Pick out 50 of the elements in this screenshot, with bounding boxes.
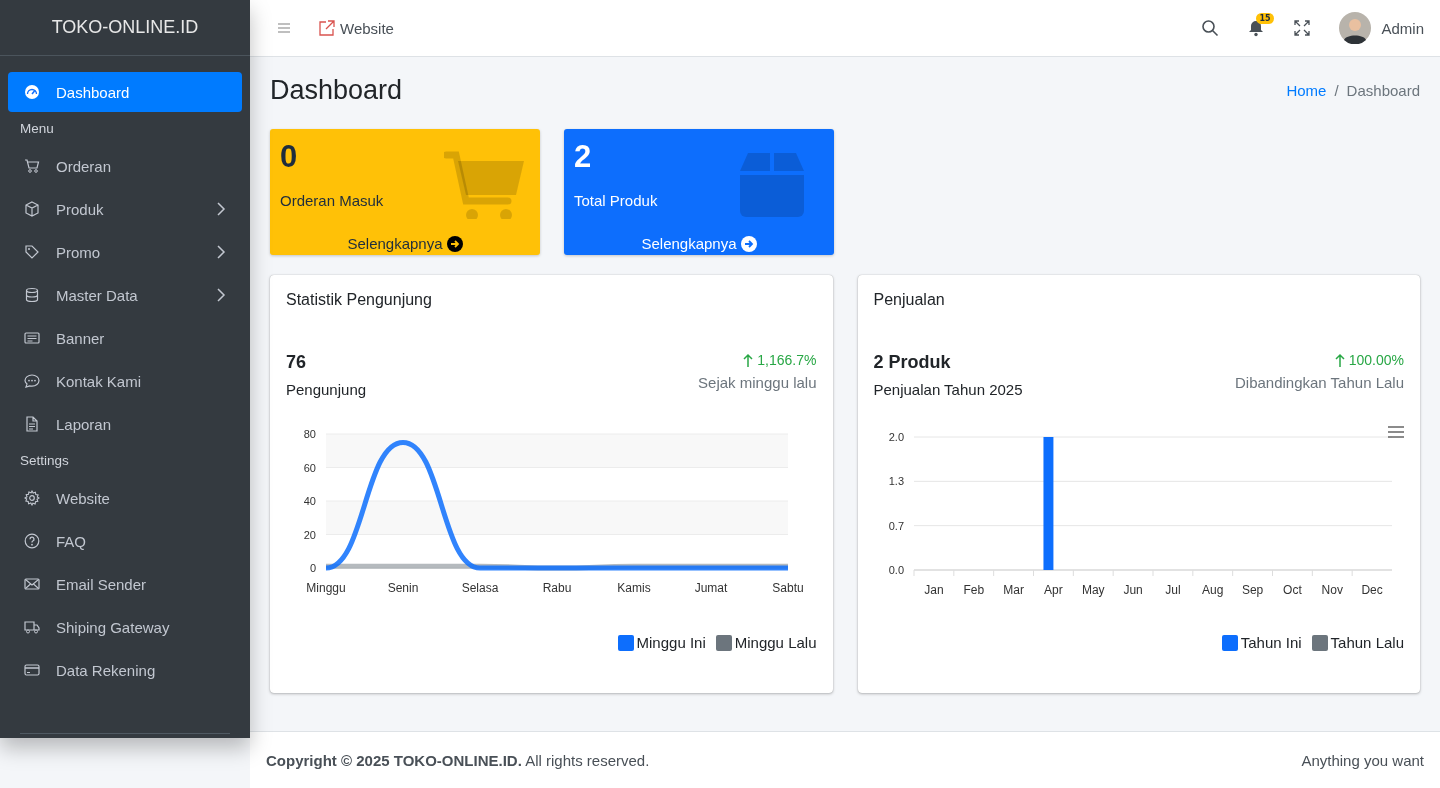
axis-tick-label: 0.7 [888, 519, 904, 532]
notification-count: 15 [1256, 13, 1274, 24]
copyright-text: Copyright © 2025 TOKO-ONLINE.ID. All rights reserved. [266, 751, 650, 769]
stat-value: 0 [280, 139, 299, 175]
axis-category-label: Feb [962, 583, 984, 597]
axis-tick-label: 2.0 [888, 431, 904, 443]
stat-value: 2 Produk [873, 352, 952, 373]
sidebar-section-header: Settings [19, 452, 70, 470]
stat-value: 2 [574, 139, 593, 175]
axis-category-label: Jumat [694, 581, 728, 595]
axis-category-label: Jan [923, 583, 944, 597]
axis-tick-label: 60 [303, 461, 316, 474]
breadcrumb-current: Dashboard [1346, 81, 1420, 99]
card-title: Penjualan [872, 290, 946, 310]
axis-tick-label: 0.0 [888, 564, 904, 576]
stat-label: Total Produk [574, 192, 659, 209]
axis-category-label: Nov [1321, 583, 1343, 597]
axis-tick-label: 1.3 [888, 475, 904, 488]
axis-category-label: Dec [1360, 583, 1383, 597]
axis-category-label: Jul [1164, 583, 1181, 597]
card-title: Statistik Pengunjung [285, 290, 433, 310]
axis-category-label: Senin [387, 581, 419, 595]
breadcrumb-separator: / [1334, 81, 1339, 99]
axis-tick-label: 80 [303, 428, 316, 440]
axis-tick-label: 20 [303, 528, 316, 541]
page-title: Dashboard [270, 74, 403, 106]
axis-category-label: Sabtu [772, 581, 804, 595]
sidebar-section-header: Menu [19, 120, 55, 138]
axis-category-label: Rabu [542, 581, 572, 595]
axis-tick-label: 40 [303, 495, 316, 507]
axis-category-label: Selasa [461, 581, 499, 595]
axis-category-label: May [1081, 583, 1105, 597]
axis-category-label: Oct [1282, 583, 1302, 597]
change-percentage: 100.00% [1234, 352, 1404, 368]
stat-label: Penjualan Tahun 2025 [873, 381, 1023, 398]
axis-tick-label: 0 [309, 562, 316, 574]
change-caption: Sejak minggu lalu [698, 374, 817, 391]
stat-label: Pengunjung [286, 381, 367, 398]
stat-label: Orderan Masuk [280, 192, 385, 209]
axis-category-label: Aug [1201, 583, 1223, 597]
change-percentage: 1,166.7% [698, 352, 817, 368]
footer-note: Anything you want [1301, 751, 1424, 769]
axis-category-label: Kamis [617, 581, 651, 595]
axis-category-label: Sep [1241, 583, 1263, 597]
axis-category-label: Mar [1002, 583, 1024, 597]
change-caption: Dibandingkan Tahun Lalu [1234, 374, 1404, 391]
axis-category-label: Jun [1122, 583, 1143, 597]
axis-category-label: Apr [1043, 583, 1063, 597]
stat-value: 76 [286, 352, 308, 373]
axis-category-label: Minggu [306, 581, 346, 595]
